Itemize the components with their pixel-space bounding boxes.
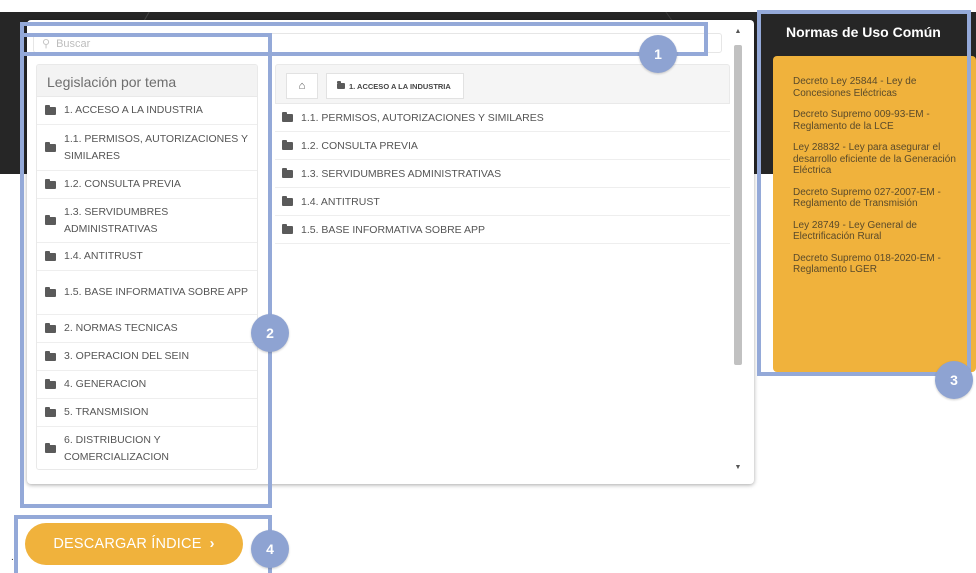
folder-list: 1.1. PERMISOS, AUTORIZACIONES Y SIMILARE…	[275, 104, 730, 244]
annotation-badge-1: 1	[639, 35, 677, 73]
annotation-box-download	[14, 515, 272, 573]
breadcrumb-current[interactable]: 1. ACCESO A LA INDUSTRIA	[326, 73, 464, 99]
folder-icon	[282, 139, 293, 150]
list-item[interactable]: 1.3. SERVIDUMBRES ADMINISTRATIVAS	[275, 160, 730, 188]
annotation-badge-3: 3	[935, 361, 973, 399]
folder-icon	[282, 195, 293, 206]
scrollbar[interactable]: ▲ ▼	[733, 25, 743, 475]
folder-icon	[282, 223, 293, 234]
list-item[interactable]: 1.4. ANTITRUST	[275, 188, 730, 216]
scroll-down-icon[interactable]: ▼	[733, 463, 743, 473]
folder-icon	[337, 81, 345, 89]
annotation-box-sidebar	[20, 33, 272, 508]
home-icon[interactable]: ⌂	[286, 73, 318, 99]
annotation-badge-2: 2	[251, 314, 289, 352]
list-item[interactable]: 1.5. BASE INFORMATIVA SOBRE APP	[275, 216, 730, 244]
folder-icon	[282, 111, 293, 122]
list-item-label: 1.4. ANTITRUST	[301, 195, 380, 208]
list-item-label: 1.5. BASE INFORMATIVA SOBRE APP	[301, 223, 486, 236]
scroll-up-icon[interactable]: ▲	[733, 27, 743, 37]
list-item-label: 1.2. CONSULTA PREVIA	[301, 139, 418, 152]
list-item-label: 1.3. SERVIDUMBRES ADMINISTRATIVAS	[301, 167, 502, 180]
annotation-badge-4: 4	[251, 530, 289, 568]
list-item[interactable]: 1.2. CONSULTA PREVIA	[275, 132, 730, 160]
list-item-label: 1.1. PERMISOS, AUTORIZACIONES Y SIMILARE…	[301, 111, 544, 124]
scroll-thumb[interactable]	[734, 45, 742, 365]
list-item[interactable]: 1.1. PERMISOS, AUTORIZACIONES Y SIMILARE…	[275, 104, 730, 132]
folder-icon	[282, 167, 293, 178]
annotation-box-normas	[757, 10, 971, 376]
breadcrumb-current-label: 1. ACCESO A LA INDUSTRIA	[349, 81, 451, 91]
